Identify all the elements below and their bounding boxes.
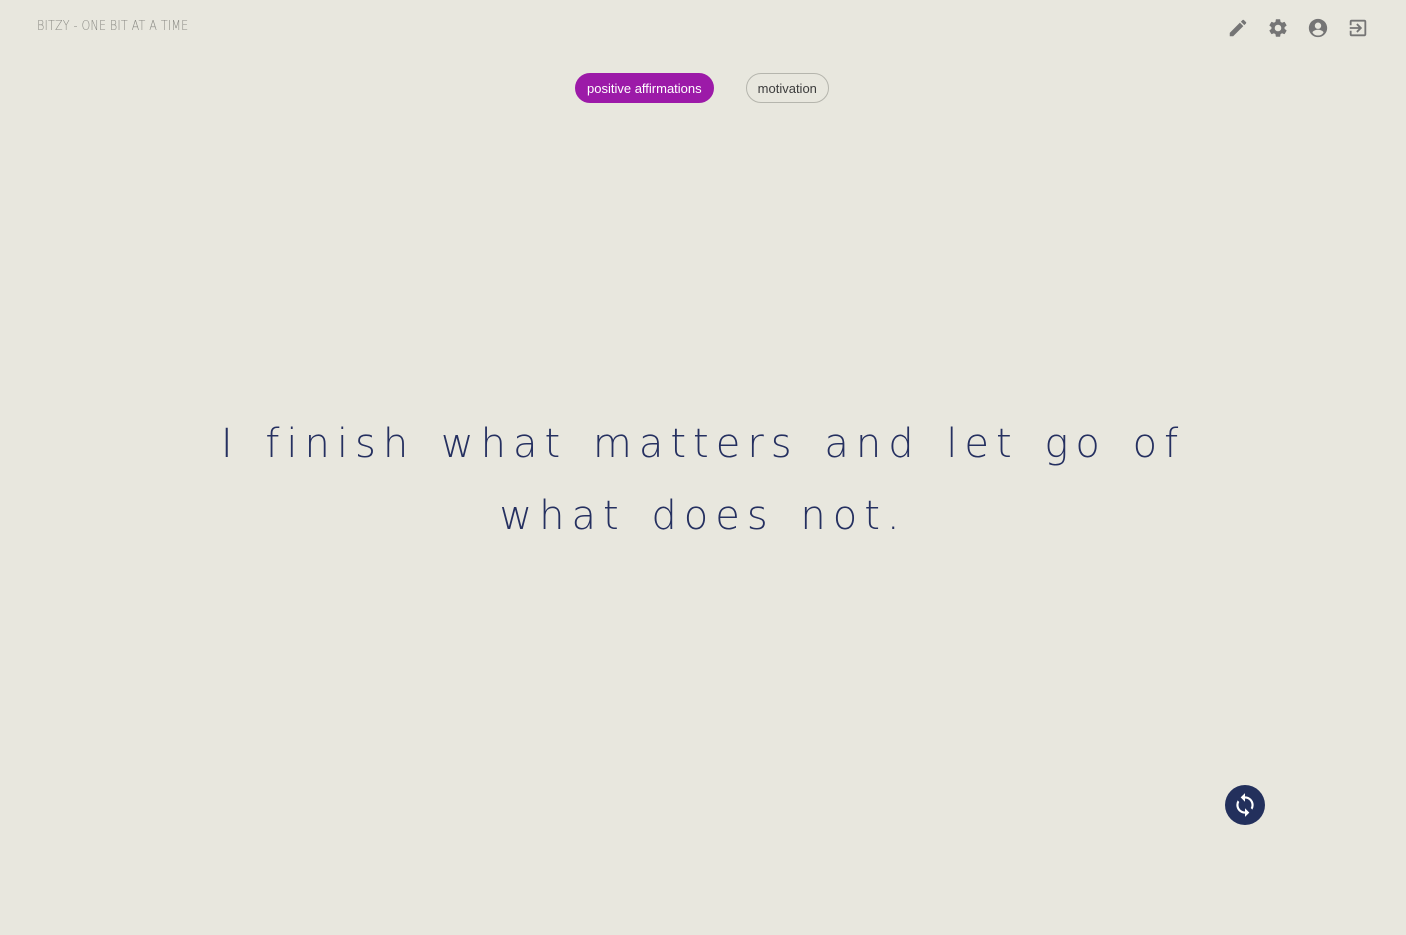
refresh-icon	[1236, 793, 1254, 817]
category-tabs: positive affirmations motivation	[575, 73, 829, 103]
tab-motivation[interactable]: motivation	[745, 73, 829, 103]
affirmation-text: I finish what matters and let go of what…	[220, 421, 1186, 539]
logout-button[interactable]	[1346, 16, 1370, 40]
edit-button[interactable]	[1226, 16, 1250, 40]
gear-icon	[1269, 19, 1287, 37]
edit-icon	[1229, 19, 1247, 37]
logout-icon	[1349, 19, 1367, 37]
settings-button[interactable]	[1266, 16, 1290, 40]
account-button[interactable]	[1306, 16, 1330, 40]
app-title: BITZY - ONE BIT AT A TIME	[37, 19, 189, 34]
refresh-button[interactable]	[1225, 785, 1265, 825]
toolbar	[1226, 16, 1370, 40]
tab-positive-affirmations[interactable]: positive affirmations	[575, 73, 714, 103]
account-icon	[1308, 18, 1328, 38]
